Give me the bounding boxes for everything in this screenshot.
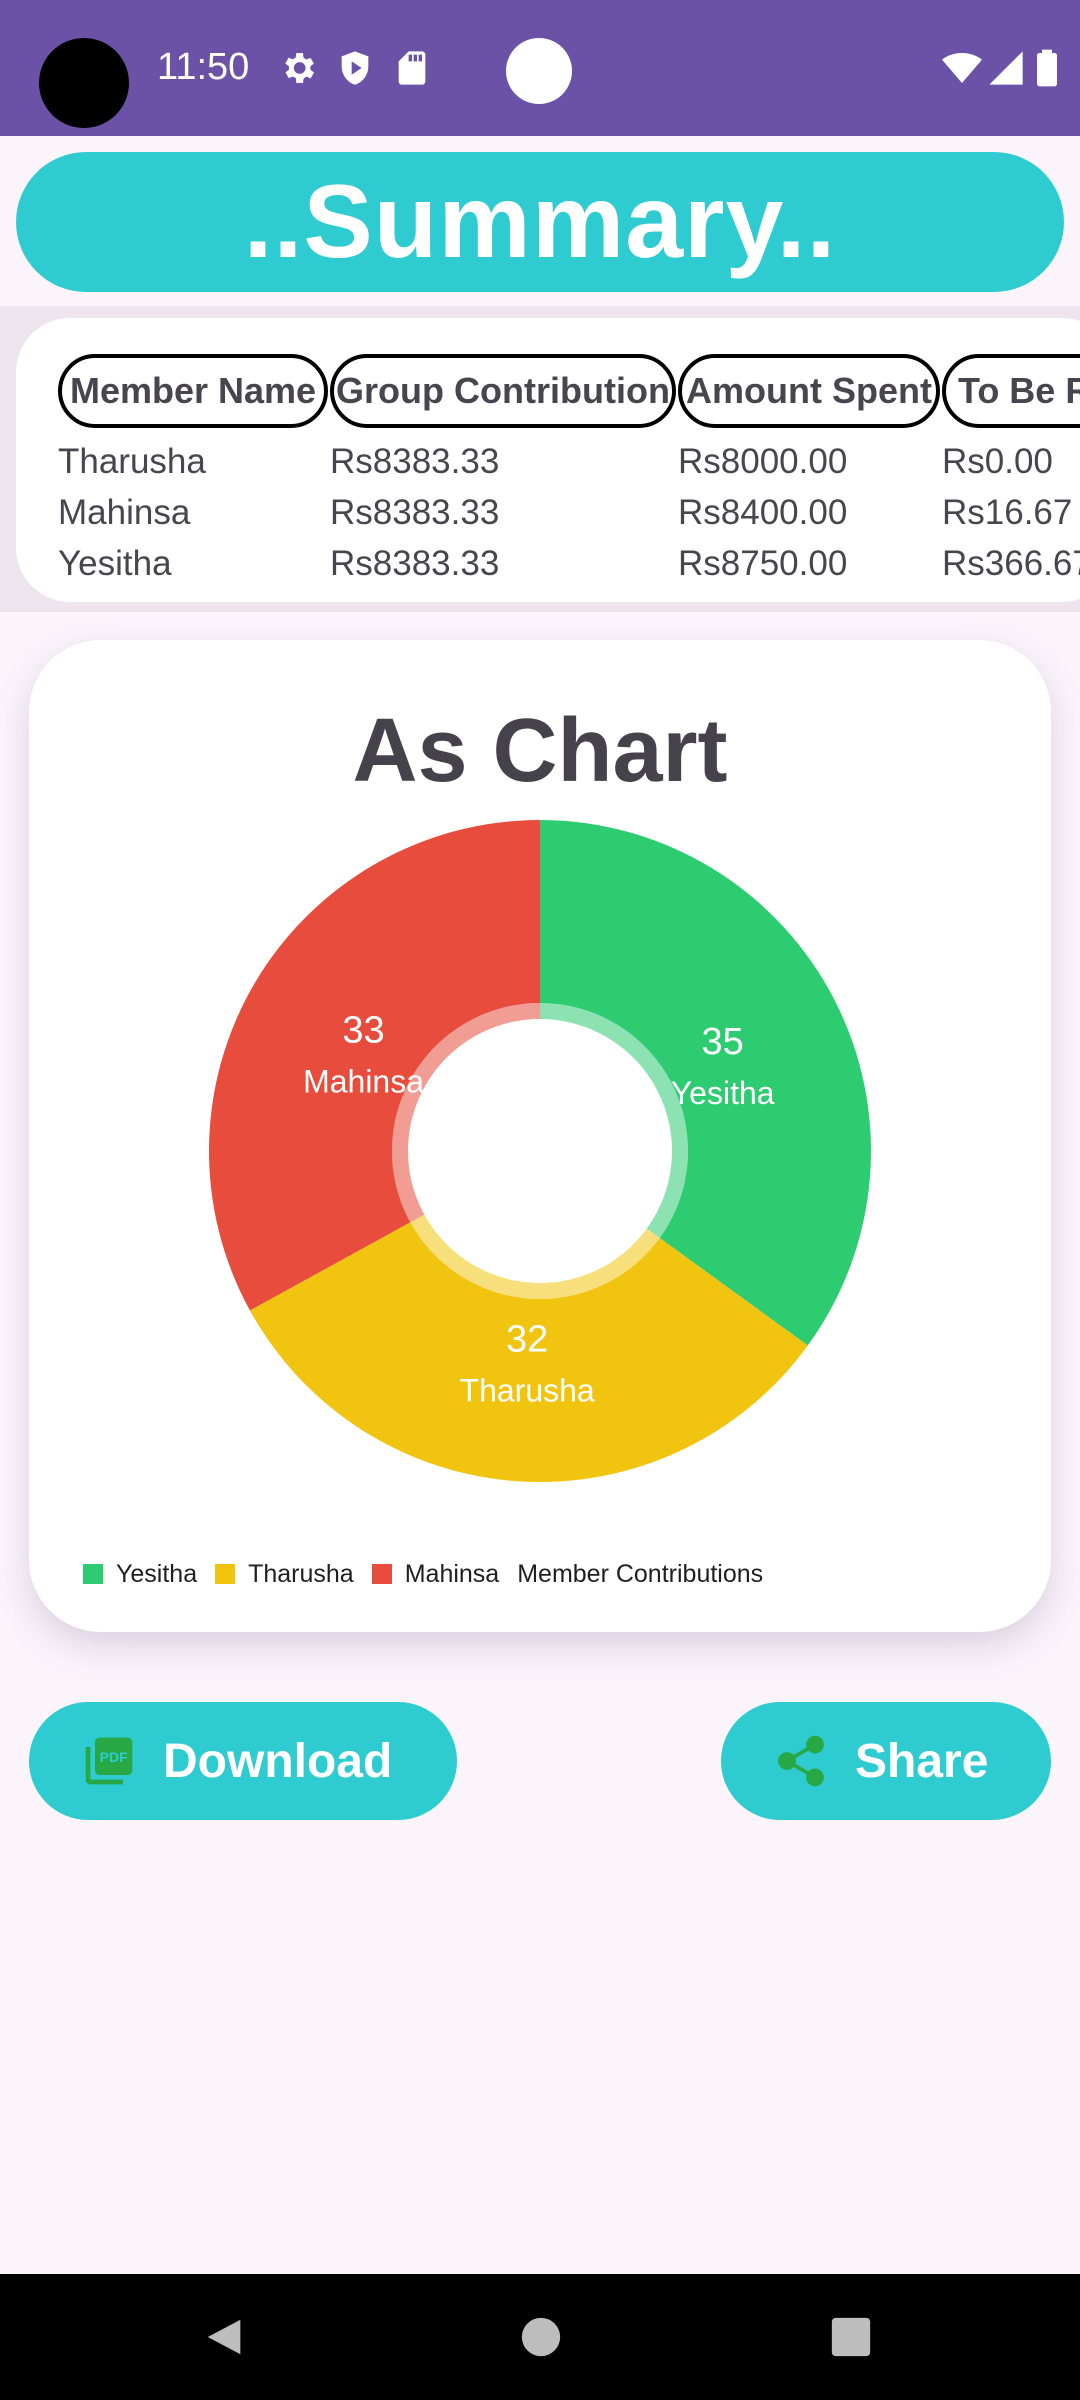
home-icon[interactable] bbox=[518, 2314, 564, 2360]
table-cell: Rs8750.00 bbox=[678, 544, 848, 583]
table-cell: Rs8000.00 bbox=[678, 442, 848, 481]
share-label: Share bbox=[855, 1734, 989, 1788]
legend-swatch bbox=[83, 1564, 103, 1584]
slice-name-label: Mahinsa bbox=[303, 1064, 424, 1100]
table-cell: Rs8383.33 bbox=[330, 442, 500, 481]
slice-value-label: 33 bbox=[342, 1010, 384, 1052]
table-strip: Member Name Group Contribution Amount Sp… bbox=[0, 306, 1080, 612]
legend-label: Tharusha bbox=[248, 1559, 354, 1588]
donut-chart[interactable]: 35 Yesitha 32 Tharusha 33 Mahinsa bbox=[29, 640, 1051, 1632]
status-time: 11:50 bbox=[157, 46, 250, 88]
column-header-amount-spent: Amount Spent bbox=[678, 354, 940, 428]
legend-series-name: Member Contributions bbox=[517, 1559, 764, 1588]
table-cell: Yesitha bbox=[58, 544, 172, 583]
table-cell: Rs0.00 bbox=[942, 442, 1053, 481]
chart-legend: Yesitha Tharusha Mahinsa Member Contributio… bbox=[83, 1554, 763, 1594]
legend-item-tharusha: Tharusha bbox=[215, 1560, 354, 1589]
table-cell: Rs8400.00 bbox=[678, 493, 848, 532]
share-button[interactable]: Share bbox=[721, 1702, 1051, 1820]
column-header-group-contribution: Group Contribution bbox=[330, 354, 676, 428]
summary-table-card[interactable]: Member Name Group Contribution Amount Sp… bbox=[16, 318, 1080, 602]
page-title: ..Summary.. bbox=[243, 163, 837, 280]
navigation-bar bbox=[0, 2274, 1080, 2400]
back-icon[interactable] bbox=[202, 2314, 248, 2360]
camera-cutout bbox=[39, 38, 129, 128]
svg-text:PDF: PDF bbox=[100, 1749, 128, 1765]
chart-card: As Chart 35 Yesitha 32 Tharusha 33 Mahinsa Ye… bbox=[29, 640, 1051, 1632]
wifi-icon bbox=[942, 53, 982, 83]
legend-label: Mahinsa bbox=[404, 1559, 500, 1588]
table-cell: Tharusha bbox=[58, 442, 206, 481]
table-cell: Rs8383.33 bbox=[330, 544, 500, 583]
sd-card-icon bbox=[398, 51, 426, 85]
settings-icon bbox=[285, 53, 314, 83]
table-cell: Rs366.67 bbox=[942, 544, 1080, 583]
slice-value-label: 32 bbox=[506, 1319, 548, 1361]
summary-header: ..Summary.. bbox=[16, 152, 1064, 292]
status-bar: 11:50 bbox=[0, 0, 1080, 136]
battery-icon bbox=[1037, 49, 1057, 87]
status-dot bbox=[506, 38, 572, 104]
download-label: Download bbox=[163, 1734, 393, 1788]
recents-icon[interactable] bbox=[828, 2314, 874, 2360]
legend-swatch bbox=[371, 1564, 392, 1584]
share-icon bbox=[778, 1735, 824, 1787]
table-cell: Rs16.67 bbox=[942, 493, 1073, 532]
legend-swatch bbox=[215, 1564, 236, 1584]
download-button[interactable]: PDF Download bbox=[29, 1702, 457, 1820]
column-header-member-name: Member Name bbox=[58, 354, 328, 428]
slice-name-label: Tharusha bbox=[460, 1373, 595, 1409]
column-header-to-be-received: To Be Re bbox=[942, 354, 1080, 428]
legend-label: Yesitha bbox=[116, 1559, 198, 1588]
shield-icon bbox=[341, 51, 369, 85]
legend-item-yesitha: Yesitha bbox=[83, 1560, 197, 1589]
slice-value-label: 35 bbox=[702, 1021, 744, 1063]
pdf-icon: PDF bbox=[85, 1737, 133, 1785]
slice-name-label: Yesitha bbox=[671, 1075, 775, 1111]
legend-item-mahinsa: Mahinsa bbox=[371, 1559, 500, 1589]
table-cell: Mahinsa bbox=[58, 493, 191, 532]
table-cell: Rs8383.33 bbox=[330, 493, 500, 532]
signal-icon bbox=[989, 51, 1023, 85]
